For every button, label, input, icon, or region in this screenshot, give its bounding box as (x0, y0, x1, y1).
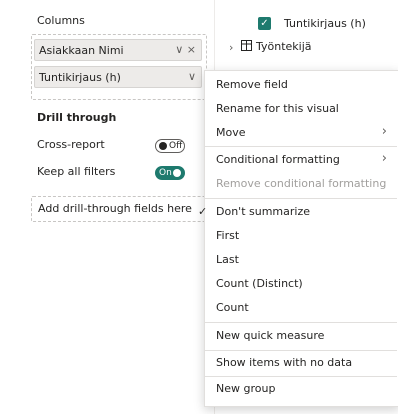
table-tyontekija[interactable]: Työntekijä (256, 40, 312, 53)
field-tuntikirjaus-checked[interactable]: Tuntikirjaus (h) (284, 17, 366, 30)
menu-item-label: Last (216, 253, 239, 266)
toggle-knob (159, 142, 167, 150)
menu-item-show-items-no-data[interactable]: Show items with no data (205, 351, 397, 375)
field-pill-tuntikirjaus[interactable]: Tuntikirjaus (h) ∨ (34, 66, 202, 88)
menu-item-move[interactable]: Move › (205, 121, 397, 145)
menu-item-label: Count (216, 301, 249, 314)
menu-separator (205, 198, 397, 199)
toggle-state-text: Off (169, 141, 183, 151)
menu-separator (205, 322, 397, 323)
toggle-knob (173, 169, 181, 177)
menu-item-label: Count (Distinct) (216, 277, 303, 290)
menu-item-last[interactable]: Last (205, 248, 397, 272)
menu-item-new-group[interactable]: New group (205, 377, 397, 401)
menu-item-dont-summarize[interactable]: ✓ Don't summarize (198, 200, 397, 224)
menu-item-remove-field[interactable]: Remove field (205, 73, 397, 97)
drill-through-fields-well[interactable]: Add drill-through fields here (31, 196, 207, 222)
drill-through-header: Drill through (37, 111, 117, 124)
menu-item-label: Show items with no data (216, 356, 353, 369)
checkbox-checked-icon[interactable]: ✓ (258, 17, 271, 30)
menu-item-label: Rename for this visual (216, 102, 339, 115)
menu-item-conditional-formatting[interactable]: Conditional formatting › (205, 148, 397, 172)
menu-item-remove-conditional-formatting: Remove conditional formatting (205, 172, 397, 196)
chevron-right-icon: › (381, 124, 387, 139)
menu-separator (205, 146, 397, 147)
field-context-menu: Remove field Rename for this visual Move… (198, 70, 398, 407)
chevron-right-icon: › (381, 151, 387, 166)
menu-item-first[interactable]: First (205, 224, 397, 248)
visualizations-pane: Columns Asiakkaan Nimi ∨ × Tuntikirjaus … (0, 0, 214, 414)
keep-all-filters-toggle[interactable]: On (155, 166, 185, 180)
menu-item-label: Move (216, 126, 246, 139)
cross-report-toggle[interactable]: Off (155, 139, 185, 153)
field-pill-label: Asiakkaan Nimi (39, 44, 124, 57)
table-icon-svg (241, 40, 252, 51)
cross-report-label: Cross-report (37, 138, 105, 151)
keep-all-filters-label: Keep all filters (37, 165, 116, 178)
menu-item-label: First (216, 229, 240, 242)
menu-item-count[interactable]: Count (205, 296, 397, 320)
menu-item-new-quick-measure[interactable]: New quick measure (205, 324, 397, 348)
field-pill-label: Tuntikirjaus (h) (39, 71, 121, 84)
columns-header: Columns (37, 14, 85, 27)
menu-item-label: Conditional formatting (216, 153, 340, 166)
chevron-right-icon[interactable]: › (229, 41, 233, 54)
menu-item-rename[interactable]: Rename for this visual (205, 97, 397, 121)
add-fields-placeholder: Add drill-through fields here (38, 202, 192, 215)
menu-item-count-distinct[interactable]: Count (Distinct) (205, 272, 397, 296)
menu-item-label: Don't summarize (216, 205, 310, 218)
menu-item-label: New group (216, 382, 276, 395)
table-icon (241, 40, 252, 54)
field-pill-asiakkaan-nimi[interactable]: Asiakkaan Nimi ∨ × (34, 39, 202, 61)
menu-item-label: New quick measure (216, 329, 325, 342)
menu-item-label: Remove conditional formatting (216, 177, 387, 190)
toggle-state-text: On (159, 168, 172, 178)
checkmark-icon: ✓ (198, 205, 208, 218)
menu-item-label: Remove field (216, 78, 288, 91)
chevron-down-close-icon[interactable]: ∨ × (175, 43, 196, 56)
chevron-down-icon[interactable]: ∨ (188, 70, 196, 83)
